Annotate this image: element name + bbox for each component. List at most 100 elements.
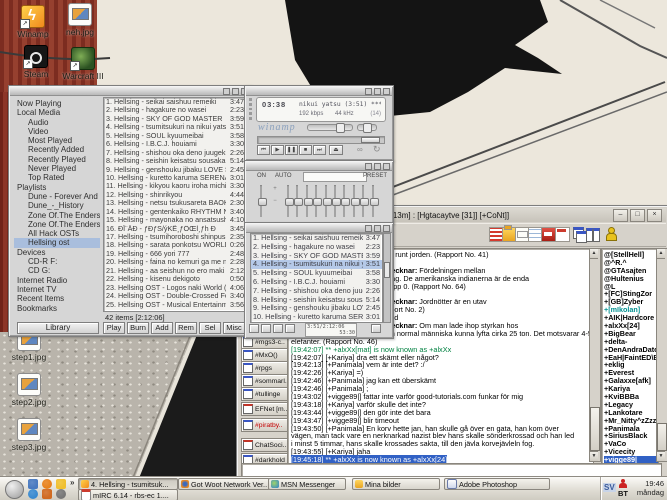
nick-scroll-thumb[interactable] [657, 423, 667, 451]
table-row[interactable]: 9. Hellsing - genshouku jibaku LOVE S...… [104, 166, 246, 174]
slider-knob[interactable] [294, 198, 303, 206]
seek-handle[interactable] [361, 137, 380, 143]
slider-knob[interactable] [332, 198, 341, 206]
playlist-row[interactable]: 4. Hellsing - tsumitsukuri na nikui yats… [251, 260, 382, 269]
eq-band-slider-9[interactable] [360, 185, 367, 217]
calendar-icon[interactable] [555, 227, 570, 242]
play-button[interactable]: Play [103, 322, 125, 334]
taskbar-button-msn-messenger[interactable]: MSN Messenger [268, 478, 346, 490]
desktop-icon-steam[interactable]: ↗Steam [13, 45, 59, 79]
playlist-row[interactable]: 10. Hellsing - kuretto karuma SERENADE3:… [251, 313, 382, 322]
table-row[interactable]: 14. Hellsing - gentenkaiko RHYTHM NA...3… [104, 208, 246, 216]
switchbar-item--mxo-[interactable]: #MxO() [241, 348, 291, 362]
tree-item-cd-g-[interactable]: CD G: [14, 266, 100, 275]
next-button[interactable]: ⏭ [313, 145, 326, 155]
chat-scroll-thumb[interactable] [590, 407, 600, 451]
table-row[interactable]: 3. Hellsing - SKY OF GOD MASTER3:59 [104, 115, 246, 123]
tree-item-local-media[interactable]: Local Media [14, 108, 100, 117]
slider-knob[interactable] [258, 198, 267, 206]
cascade-windows-icon[interactable] [573, 227, 586, 240]
table-row[interactable]: 13. Hellsing - netsu tsukusareta BAOK2:3… [104, 199, 246, 207]
close-button[interactable]: × [647, 209, 662, 222]
eq-band-slider-2[interactable] [294, 185, 301, 217]
table-row[interactable]: 24. Hellsing OST - Double-Crossed Fo...3… [104, 292, 246, 300]
desktop-icon-step3-jpg[interactable]: step3.jpg [6, 418, 52, 452]
eq-band-slider-8[interactable] [351, 185, 358, 217]
scroll-down-icon[interactable]: ▼ [657, 451, 665, 461]
add-button[interactable]: Add [151, 322, 173, 334]
switchbar-item-efnet-m-[interactable]: EFNet [m.. [241, 402, 291, 416]
scroll-up-icon[interactable]: ▲ [590, 249, 598, 259]
scroll-down-icon[interactable]: ▼ [590, 451, 598, 461]
taskbar-button-mina-bilder[interactable]: Mina bilder [352, 478, 440, 490]
table-row[interactable]: 19. Hellsing - 666 yori 7772:48 [104, 250, 246, 258]
slider-knob[interactable] [351, 198, 360, 206]
table-row[interactable]: 25. Hellsing OST - Musical Entertainme..… [104, 301, 246, 309]
maximize-button[interactable]: □ [630, 209, 645, 222]
play-button[interactable]: ▶ [271, 145, 284, 155]
winamp-main-titlebar[interactable] [246, 87, 392, 96]
tree-item-recent-items[interactable]: Recent Items [14, 294, 100, 303]
table-row[interactable]: 12. Hellsing - shinrikyou4:44 [104, 191, 246, 199]
stop-button[interactable]: ■ [299, 145, 312, 155]
playlist-row[interactable]: 2. Hellsing - hagakure no wasei2:23 [251, 243, 382, 252]
shuffle-icon[interactable]: ∞ [357, 145, 363, 154]
switchbar-item--piratby-[interactable]: #piratby.. [241, 418, 291, 432]
playlist-titlebar[interactable] [246, 224, 392, 233]
eq-band-slider-4[interactable] [313, 185, 320, 217]
tree-item-all-hack-osts[interactable]: All Hack OSTs [14, 229, 100, 238]
tree-item-zone-of-the-enders-2[interactable]: Zone Of.The Enders.2 [14, 211, 100, 220]
eq-auto-toggle[interactable]: AUTO [275, 173, 292, 179]
playlist-row[interactable]: 3. Hellsing - SKY OF GOD MASTER3:59 [251, 252, 382, 261]
taskbar-button-got-woot-network-ver-[interactable]: Got Woot Network Ver... [178, 478, 270, 490]
table-row[interactable]: 6. Hellsing - I.B.C.J. houiami3:30 [104, 140, 246, 148]
table-row[interactable]: 22. Hellsing - kisenu dekigoto0:50 [104, 275, 246, 283]
tree-item-never-played[interactable]: Never Played [14, 164, 100, 173]
eq-band-slider-3[interactable] [304, 185, 311, 217]
tray-user-icon[interactable] [619, 479, 627, 488]
slider-knob[interactable] [323, 198, 332, 206]
ie-icon[interactable] [28, 489, 38, 499]
table-row[interactable]: 1. Hellsing - seikai saishuu remeiki3:47 [104, 98, 246, 106]
previous-button[interactable]: ⏮ [257, 145, 270, 155]
equalizer-window-buttons[interactable] [365, 163, 390, 170]
desktop-icon-neh-jpg[interactable]: neh.jpg [57, 3, 103, 37]
mirc-nick-list[interactable]: @[StellHell]@^R.^@GTAsajten@Hultenius@L+… [601, 248, 659, 464]
desktop-icon-winamp[interactable]: ↗Winamp [10, 5, 56, 39]
tree-item-video[interactable]: Video [14, 127, 100, 136]
winamp-icon[interactable] [56, 479, 66, 489]
tree-item-zone-of-the-enders[interactable]: Zone Of.The Enders [14, 220, 100, 229]
playlist-window-buttons[interactable] [365, 225, 390, 232]
tree-item-recently-played[interactable]: Recently Played [14, 155, 100, 164]
playlist-scrollbar[interactable] [383, 233, 391, 323]
slider-knob[interactable] [370, 198, 379, 206]
media-library-titlebar[interactable] [10, 87, 250, 96]
sel-button[interactable]: Sel [199, 322, 221, 334]
winamp-main-window-buttons[interactable] [365, 88, 390, 95]
taskbar-button-mirc-6-14-rbs-ec-1-[interactable]: mIRC 6.14 - rbs-ec 1.... [78, 489, 178, 500]
eq-band-slider-6[interactable] [332, 185, 339, 217]
tree-item-dune-forever-and-e-[interactable]: Dune - Forever And E: [14, 192, 100, 201]
tree-item-internet-tv[interactable]: Internet TV [14, 285, 100, 294]
tree-item-internet-radio[interactable]: Internet Radio [14, 276, 100, 285]
tree-item-bookmarks[interactable]: Bookmarks [14, 304, 100, 311]
scroll-up-icon[interactable]: ▲ [657, 249, 665, 259]
table-row[interactable]: 2. Hellsing - hagakure no wasei2:23 [104, 106, 246, 114]
tree-item-devices[interactable]: Devices [14, 248, 100, 257]
taskbar-button-adobe-photoshop[interactable]: Adobe Photoshop [444, 478, 550, 490]
table-row[interactable]: 7. Hellsing - shishou oka deno juugeki..… [104, 149, 246, 157]
playlist-rem-menu[interactable] [261, 324, 271, 333]
repeat-icon[interactable]: ↻ [373, 144, 381, 155]
eq-band-slider-10[interactable] [370, 185, 377, 217]
tree-item-audio[interactable]: Audio [14, 118, 100, 127]
table-row[interactable]: 18. Hellsing - sarata ponkotsu WORLD0:26 [104, 241, 246, 249]
playlist-row[interactable]: 6. Hellsing - I.B.C.J. houiami3:30 [251, 278, 382, 287]
playlist-row[interactable]: 8. Hellsing - seishin keisatsu sousaka n… [251, 296, 382, 305]
chat-scrollbar[interactable]: ▲ ▼ [589, 248, 601, 462]
slider-knob[interactable] [304, 198, 313, 206]
switchbar-item--tullinge[interactable]: #tullinge [241, 387, 291, 401]
tile-windows-icon[interactable] [586, 227, 599, 240]
table-row[interactable]: 16. ÐÏ¨ÄÐ - ƒÐƒS/ýKÊ¸ƒÖŒÌ¸ƒh Ð3:45 [104, 225, 246, 233]
switchbar-item-chatsoci-[interactable]: ChatSoci.. [241, 438, 291, 452]
table-row[interactable]: 20. Hellsing - faina no kemuri ga me ni … [104, 258, 246, 266]
